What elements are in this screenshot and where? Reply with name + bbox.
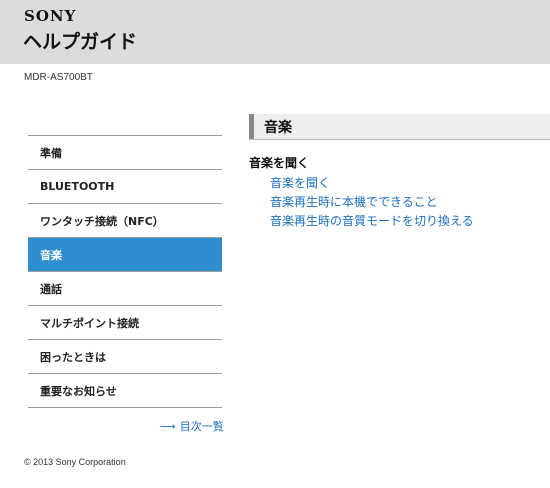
sidebar-item-important-notice[interactable]: 重要なお知らせ [28,374,222,408]
sidebar-item-music[interactable]: 音楽 [28,238,222,272]
copyright: © 2013 Sony Corporation [24,457,126,467]
sidebar-item-preparation[interactable]: 準備 [28,136,222,170]
page-header: SONY ヘルプガイド [0,0,550,64]
sub-heading: 音楽を聞く [249,156,310,170]
sidebar-item-nfc[interactable]: ワンタッチ接続（NFC） [28,204,222,238]
link-sound-mode[interactable]: 音楽再生時の音質モードを切り換える [270,212,474,231]
arrow-right-icon: ⟶ [160,419,176,433]
sidebar-nav: 準備 BLUETOOTH ワンタッチ接続（NFC） 音楽 通話 マルチポイント接… [28,135,222,408]
model-number: MDR-AS700BT [24,72,93,83]
section-accent [249,114,254,139]
help-guide-title: ヘルプガイド [23,31,138,53]
toc-link-label: 目次一覧 [179,420,224,433]
link-listen-music[interactable]: 音楽を聞く [270,174,474,193]
topic-links: 音楽を聞く 音楽再生時に本機でできること 音楽再生時の音質モードを切り換える [270,174,474,231]
sidebar-item-troubleshooting[interactable]: 困ったときは [28,340,222,374]
link-music-functions[interactable]: 音楽再生時に本機でできること [270,193,474,212]
section-heading-bar: 音楽 [249,114,550,140]
section-title: 音楽 [264,119,292,136]
sidebar-item-bluetooth[interactable]: BLUETOOTH [28,170,222,204]
sony-logo: SONY [24,7,77,25]
sidebar-item-multipoint[interactable]: マルチポイント接続 [28,306,222,340]
toc-link[interactable]: ⟶ 目次一覧 [160,418,224,434]
sidebar-item-calls[interactable]: 通話 [28,272,222,306]
